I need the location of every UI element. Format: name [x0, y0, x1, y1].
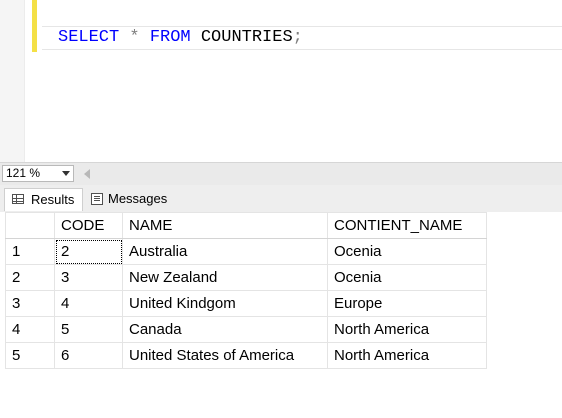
tab-results[interactable]: Results — [4, 188, 83, 211]
row-number[interactable]: 5 — [5, 342, 55, 369]
header-row: CODE NAME CONTIENT_NAME — [5, 212, 487, 239]
sql-space — [140, 28, 150, 47]
sql-table-name: COUNTRIES — [200, 28, 293, 47]
query-editor[interactable]: SELECT * FROM COUNTRIES; — [0, 0, 562, 162]
cell-continent[interactable]: Ocenia — [327, 264, 487, 291]
cell-name[interactable]: New Zealand — [122, 264, 328, 291]
table-row: 2 3 New Zealand Ocenia — [5, 264, 487, 291]
cell-continent[interactable]: Ocenia — [327, 238, 487, 265]
column-header-code[interactable]: CODE — [54, 212, 123, 239]
sql-asterisk: * — [129, 28, 140, 47]
sql-code-line[interactable]: SELECT * FROM COUNTRIES; — [58, 28, 303, 48]
cell-code[interactable]: 3 — [54, 264, 123, 291]
sql-space — [119, 28, 129, 47]
cell-code[interactable]: 4 — [54, 290, 123, 317]
row-number[interactable]: 1 — [5, 238, 55, 265]
table-row: 4 5 Canada North America — [5, 316, 487, 343]
zoom-level-value: 121 % — [6, 166, 41, 180]
scroll-left-arrow-icon[interactable] — [84, 169, 90, 179]
results-grid[interactable]: CODE NAME CONTIENT_NAME 1 2 Australia Oc… — [0, 212, 562, 418]
tab-messages[interactable]: Messages — [86, 188, 178, 211]
zoom-level-dropdown[interactable]: 121 % — [2, 165, 74, 182]
messages-icon — [91, 193, 103, 205]
table-row: 5 6 United States of America North Ameri… — [5, 342, 487, 369]
tab-messages-label: Messages — [108, 191, 168, 206]
cell-code[interactable]: 2 — [54, 238, 123, 265]
results-tab-strip: Results Messages — [0, 185, 562, 213]
grid-icon — [12, 194, 24, 204]
sql-semicolon: ; — [292, 28, 303, 47]
cell-continent[interactable]: North America — [327, 342, 487, 369]
sql-space — [191, 28, 201, 47]
cell-name[interactable]: United States of America — [122, 342, 328, 369]
cell-code[interactable]: 6 — [54, 342, 123, 369]
cell-continent[interactable]: North America — [327, 316, 487, 343]
tab-results-label: Results — [31, 192, 75, 207]
cell-name[interactable]: United Kindgom — [122, 290, 328, 317]
sql-keyword-from: FROM — [149, 28, 191, 47]
table-row: 1 2 Australia Ocenia — [5, 238, 487, 265]
column-header-contient-name[interactable]: CONTIENT_NAME — [327, 212, 487, 239]
editor-gutter — [0, 0, 25, 162]
cell-continent[interactable]: Europe — [327, 290, 487, 317]
editor-status-strip: 121 % — [0, 162, 562, 185]
cell-name[interactable]: Canada — [122, 316, 328, 343]
change-tracking-bar — [32, 0, 37, 52]
row-number[interactable]: 3 — [5, 290, 55, 317]
table-row: 3 4 United Kindgom Europe — [5, 290, 487, 317]
sql-keyword-select: SELECT — [58, 28, 120, 47]
cell-code[interactable]: 5 — [54, 316, 123, 343]
cell-name[interactable]: Australia — [122, 238, 328, 265]
row-number[interactable]: 4 — [5, 316, 55, 343]
row-number[interactable]: 2 — [5, 264, 55, 291]
row-number-header[interactable] — [5, 212, 55, 239]
results-table: CODE NAME CONTIENT_NAME 1 2 Australia Oc… — [5, 212, 487, 369]
column-header-name[interactable]: NAME — [122, 212, 328, 239]
chevron-down-icon — [62, 171, 70, 176]
